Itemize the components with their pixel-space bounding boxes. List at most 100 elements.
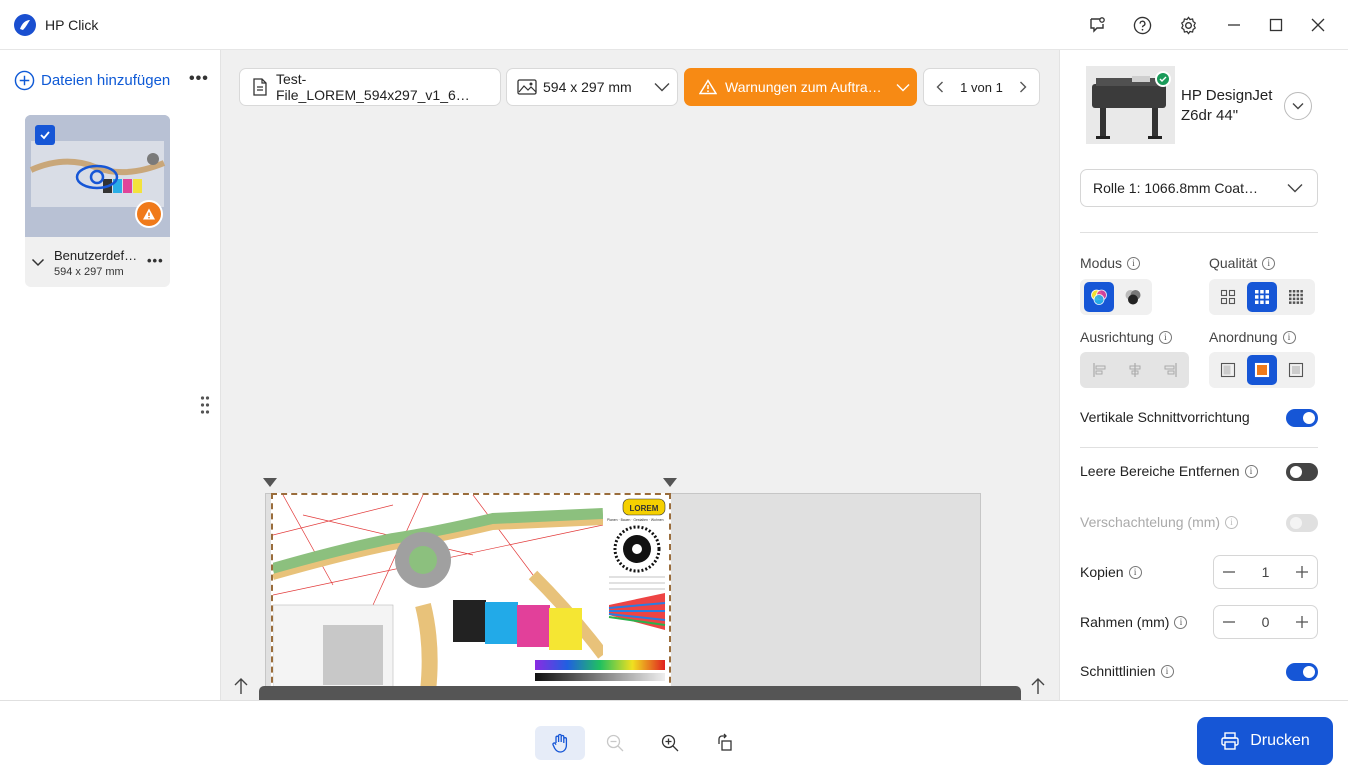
info-icon[interactable]: i [1225,515,1239,529]
zoom-out-icon [606,734,624,752]
print-button-label: Drucken [1250,732,1310,749]
copies-label: Kopien i [1080,564,1142,580]
align-center-icon [1129,363,1140,377]
checkmark-icon [40,131,50,140]
info-icon[interactable]: i [1244,464,1258,478]
frame-label-text: Rahmen (mm) [1080,614,1170,630]
plus-icon[interactable] [1295,565,1309,579]
zoom-in-button[interactable] [645,726,695,760]
vertical-cutter-toggle[interactable] [1286,409,1318,427]
cut-lines-toggle[interactable] [1286,663,1318,681]
page-navigator: 1 von 1 [923,68,1040,106]
settings-gear-icon[interactable] [1176,13,1200,37]
help-icon[interactable] [1130,13,1154,37]
plus-icon[interactable] [1295,615,1309,629]
job-warnings-dropdown[interactable]: Warnungen zum Auftra… [684,68,917,106]
alignment-segmented-control [1080,352,1189,388]
page-size-dropdown[interactable]: 594 x 297 mm [506,68,678,106]
chevron-down-icon[interactable] [31,255,45,269]
arrangement-option-2[interactable] [1247,355,1277,385]
arrow-up-icon[interactable] [1030,677,1046,695]
grayscale-mode-button[interactable] [1118,282,1148,312]
quality-label-text: Qualität [1209,255,1258,271]
modus-label: Modus i [1080,255,1141,271]
nesting-toggle[interactable] [1286,514,1318,532]
bottom-toolbar: Drucken [0,700,1348,781]
file-list-panel: Dateien hinzufügen ••• Benutzerdef… 594 … [0,50,221,700]
print-preview-page[interactable]: LOREM Planen · Bauen · Gestalten · Wohne… [271,493,671,693]
file-select-checkbox[interactable] [35,125,55,145]
zoom-in-icon [661,734,679,752]
roll-select[interactable]: Rolle 1: 1066.8mm Coat… [1080,169,1318,207]
document-icon [253,78,267,96]
arrangement-option-1[interactable] [1213,355,1243,385]
file-card[interactable]: Benutzerdef… 594 x 297 mm ••• [25,115,170,287]
right-margin-marker[interactable] [663,478,677,487]
info-icon[interactable]: i [1262,256,1276,270]
vertical-cutter-label-text: Vertikale Schnittvorrichtung [1080,409,1250,425]
panel-resize-handle[interactable] [200,395,210,415]
print-button[interactable]: Drucken [1197,717,1333,765]
quality-best-button[interactable] [1281,282,1311,312]
nesting-label-text: Verschachtelung (mm) [1080,514,1221,530]
remove-blank-toggle[interactable] [1286,463,1318,481]
rotate-button[interactable] [700,726,750,760]
copies-stepper: 1 [1213,555,1318,589]
color-circles-icon [1091,289,1107,305]
nesting-label: Verschachtelung (mm) i [1080,514,1239,530]
arrangement-label: Anordnung i [1209,329,1296,345]
copies-label-text: Kopien [1080,564,1124,580]
remove-blank-label-text: Leere Bereiche Entfernen [1080,463,1240,479]
quality-normal-button[interactable] [1247,282,1277,312]
arrangement-option-3[interactable] [1281,355,1311,385]
grid-3x3-icon [1255,290,1269,304]
file-more-button[interactable]: ••• [147,253,164,268]
color-mode-button[interactable] [1084,282,1114,312]
printer-ready-check-icon [1155,71,1171,87]
printer-select-button[interactable] [1284,92,1312,120]
chevron-down-icon [1292,103,1304,110]
file-name-label: Test-File_LOREM_594x297_v1_6… [275,71,470,103]
plus-circle-icon [14,70,35,91]
rotate-icon [718,733,732,751]
zoom-out-button[interactable] [590,726,640,760]
align-left-icon [1092,363,1105,377]
file-list-more-button[interactable]: ••• [189,70,209,88]
quality-fast-button[interactable] [1213,282,1243,312]
info-icon[interactable]: i [1282,330,1296,344]
info-icon[interactable]: i [1174,615,1188,629]
frame-value[interactable]: 0 [1262,614,1270,630]
info-icon[interactable]: i [1158,330,1172,344]
page-counter: 1 von 1 [960,79,1003,95]
app-title: HP Click [45,17,99,33]
pan-tool-button[interactable] [535,726,585,760]
print-settings-panel: HP DesignJet Z6dr 44" Rolle 1: 1066.8mm … [1059,50,1348,700]
add-files-button[interactable]: Dateien hinzufügen [14,70,170,91]
info-icon[interactable]: i [1160,664,1174,678]
file-name-pill[interactable]: Test-File_LOREM_594x297_v1_6… [239,68,501,106]
feedback-icon[interactable] [1085,13,1109,37]
frame-stepper: 0 [1213,605,1318,639]
minus-icon[interactable] [1222,565,1236,579]
minus-icon[interactable] [1222,615,1236,629]
printer-name: HP DesignJet Z6dr 44" [1181,87,1273,124]
alignment-label-text: Ausrichtung [1080,329,1154,345]
arrow-up-icon[interactable] [233,677,249,695]
maximize-icon[interactable] [1264,13,1288,37]
preview-area[interactable]: Test-File_LOREM_594x297_v1_6… 594 x 297 … [221,50,1059,700]
image-icon [517,79,537,95]
roll-select-value: Rolle 1: 1066.8mm Coat… [1093,180,1258,196]
chevron-down-icon [896,83,910,91]
left-margin-marker[interactable] [263,478,277,487]
quality-segmented-control [1209,279,1315,315]
minimize-icon[interactable] [1222,13,1246,37]
next-page-icon[interactable] [1019,81,1027,93]
close-icon[interactable] [1306,13,1330,37]
copies-value[interactable]: 1 [1262,564,1270,580]
info-icon[interactable]: i [1128,565,1142,579]
previous-page-icon[interactable] [936,81,944,93]
printer-icon [1221,732,1239,750]
page-layout-icon [1254,362,1270,378]
info-icon[interactable]: i [1127,256,1141,270]
cut-lines-label-text: Schnittlinien [1080,663,1156,679]
